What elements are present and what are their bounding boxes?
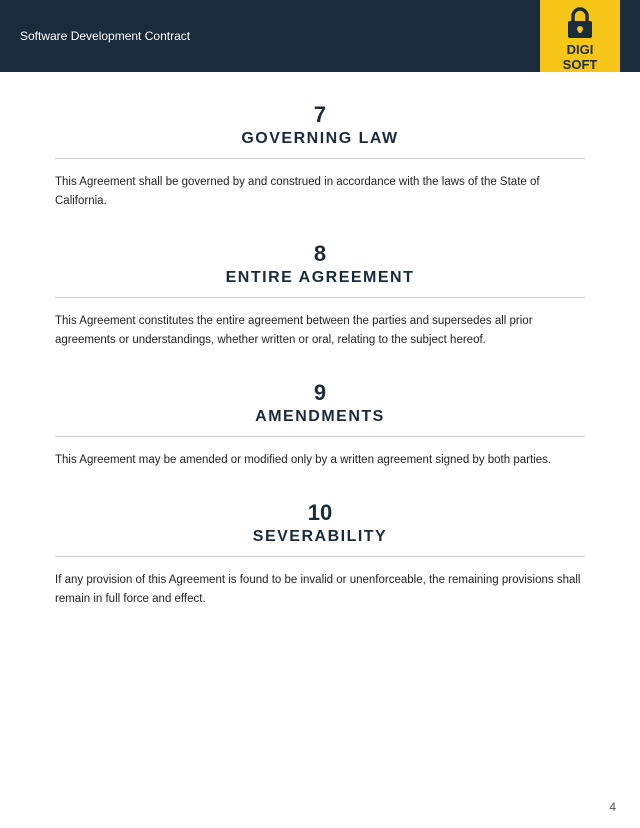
page-content: 7 GOVERNING LAW This Agreement shall be …: [0, 72, 640, 800]
section-10-divider: [55, 556, 585, 557]
section-8-number: 8: [55, 241, 585, 267]
document-page: Software Development Contract: [0, 0, 640, 828]
section-8: 8 ENTIRE AGREEMENT This Agreement consti…: [55, 241, 585, 350]
logo-box: DIGI SOFT: [540, 0, 620, 72]
section-7-number: 7: [55, 102, 585, 128]
lock-icon: [562, 5, 598, 41]
section-8-divider: [55, 297, 585, 298]
section-9-body: This Agreement may be amended or modifie…: [55, 451, 585, 470]
section-9: 9 AMENDMENTS This Agreement may be amend…: [55, 380, 585, 470]
section-7: 7 GOVERNING LAW This Agreement shall be …: [55, 102, 585, 211]
section-9-divider: [55, 436, 585, 437]
logo-text: DIGI SOFT: [563, 43, 598, 72]
section-10-number: 10: [55, 500, 585, 526]
section-8-title: ENTIRE AGREEMENT: [55, 269, 585, 287]
logo-area: DIGI SOFT: [540, 0, 620, 72]
section-7-divider: [55, 158, 585, 159]
logo-icon: [554, 0, 606, 43]
section-9-number: 9: [55, 380, 585, 406]
document-title: Software Development Contract: [20, 29, 190, 43]
page-header: Software Development Contract: [0, 0, 640, 72]
section-9-title: AMENDMENTS: [55, 408, 585, 426]
section-10-title: SEVERABILITY: [55, 528, 585, 546]
section-8-body: This Agreement constitutes the entire ag…: [55, 312, 585, 350]
section-7-title: GOVERNING LAW: [55, 130, 585, 148]
section-10: 10 SEVERABILITY If any provision of this…: [55, 500, 585, 609]
page-number: 4: [0, 800, 640, 828]
section-10-body: If any provision of this Agreement is fo…: [55, 571, 585, 609]
section-7-body: This Agreement shall be governed by and …: [55, 173, 585, 211]
